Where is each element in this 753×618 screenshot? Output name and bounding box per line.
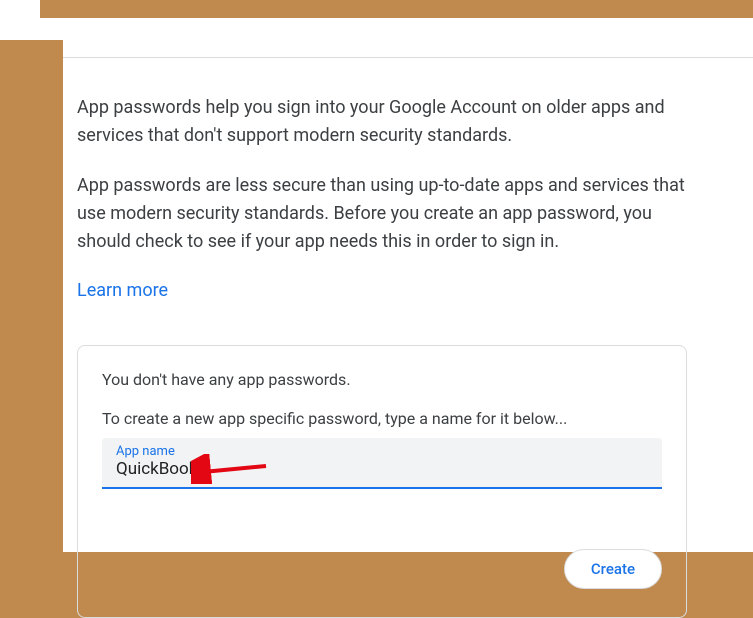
app-name-label: App name [116, 444, 648, 459]
main-content: App passwords help you sign into your Go… [63, 40, 753, 552]
create-instruction: To create a new app specific password, t… [102, 409, 662, 428]
app-name-input[interactable] [116, 459, 648, 479]
create-button[interactable]: Create [564, 549, 662, 589]
no-passwords-status: You don't have any app passwords. [102, 370, 662, 389]
intro-paragraph-2: App passwords are less secure than using… [77, 172, 695, 256]
button-row: Create [102, 549, 662, 589]
learn-more-link[interactable]: Learn more [77, 277, 168, 305]
header-divider [63, 40, 753, 58]
app-passwords-card: You don't have any app passwords. To cre… [77, 345, 687, 618]
app-name-input-container[interactable]: App name [102, 438, 662, 489]
intro-paragraph-1: App passwords help you sign into your Go… [77, 94, 695, 150]
intro-section: App passwords help you sign into your Go… [63, 58, 753, 305]
